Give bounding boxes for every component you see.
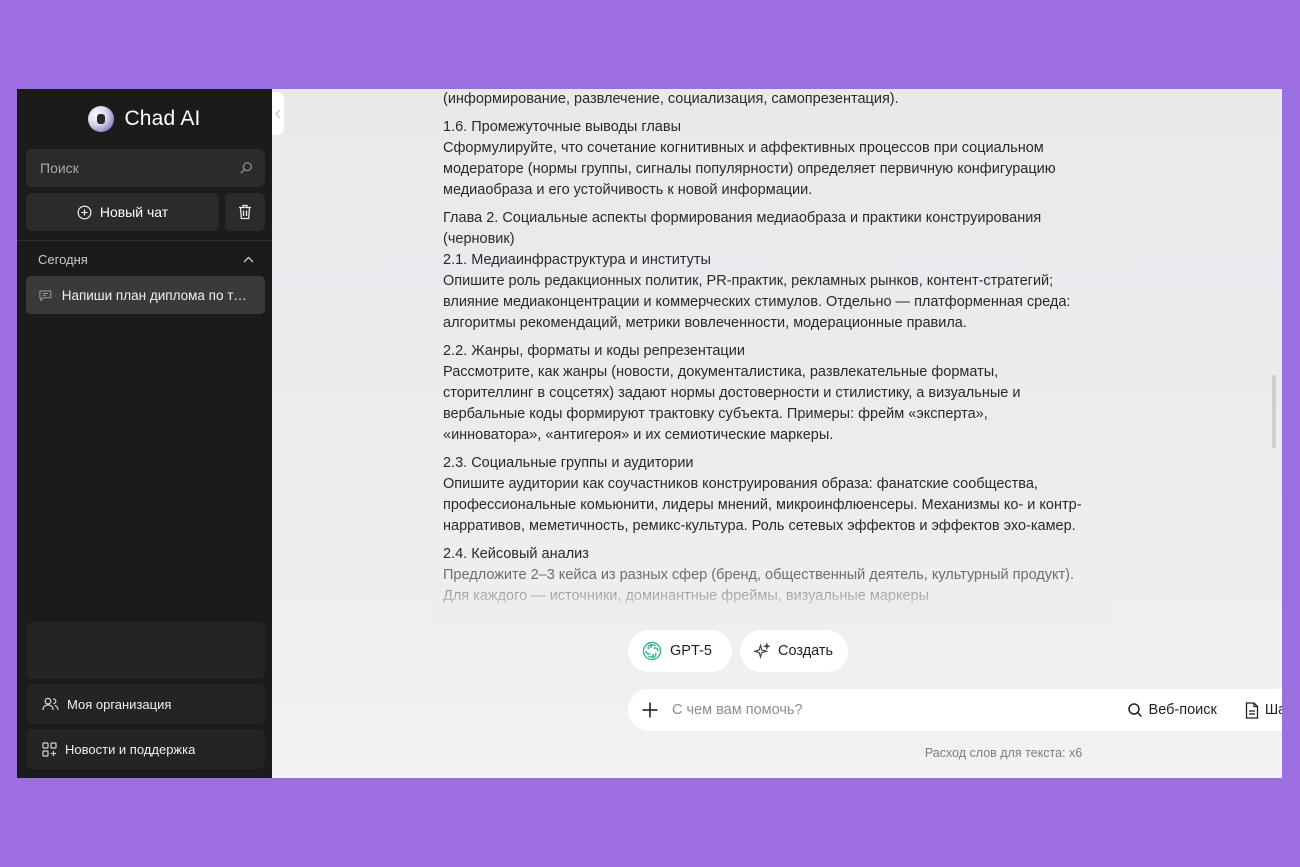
search-icon (1127, 703, 1142, 718)
chevron-left-icon (275, 109, 281, 118)
sidebar-collapse-handle[interactable] (272, 92, 284, 135)
section-heading: 1.6. Промежуточные выводы главы (443, 119, 681, 135)
grid-plus-icon (42, 741, 57, 757)
news-support-button[interactable]: Новости и поддержка (26, 729, 265, 769)
templates-button[interactable]: Шаблоны (1245, 701, 1282, 719)
paragraph-text: Опишите аудитории как соучастников конст… (443, 476, 1082, 534)
new-chat-label: Новый чат (99, 204, 169, 220)
create-button[interactable]: Создать (740, 630, 848, 672)
section-heading: 2.2. Жанры, форматы и коды репрезентации (443, 343, 745, 359)
paragraph-text: Опишите роль редакционных политик, PR-пр… (443, 273, 1071, 331)
chat-main: (информирование, развлечение, социализац… (272, 89, 1282, 778)
content-fade (432, 579, 1112, 624)
message-composer: Веб-поиск Шаблоны (628, 689, 1282, 731)
message-paragraph: 2.3. Социальные группы и аудитории Опиши… (443, 453, 1083, 537)
search-icon[interactable] (239, 161, 253, 175)
chevron-up-icon (243, 256, 254, 262)
section-label: Сегодня (38, 251, 88, 267)
paragraph-text: Рассмотрите, как жанры (новости, докумен… (443, 364, 1021, 443)
sparkle-icon (754, 643, 770, 659)
my-organization-button[interactable]: Моя организация (26, 684, 265, 724)
chat-history-item[interactable]: Напиши план диплома по теме ... (26, 276, 265, 314)
attach-plus-icon[interactable] (640, 700, 660, 720)
sidebar-divider (17, 240, 272, 241)
message-paragraph: 2.2. Жанры, форматы и коды репрезентации… (443, 341, 1083, 446)
plus-circle-icon (77, 205, 92, 219)
my-organization-label: Моя организация (67, 696, 172, 712)
message-paragraph: 1.6. Промежуточные выводы главы Сформули… (443, 117, 1083, 201)
assistant-message: (информирование, развлечение, социализац… (443, 89, 1083, 621)
chapter-heading: Глава 2. Социальные аспекты формирования… (443, 210, 1042, 247)
logo-icon (88, 106, 115, 132)
search-box (26, 149, 265, 187)
gpt-model-icon (642, 641, 662, 661)
search-input[interactable] (38, 159, 222, 177)
app-logo[interactable]: Chad AI (17, 104, 272, 134)
history-section-today[interactable]: Сегодня (38, 249, 254, 269)
message-paragraph: (информирование, развлечение, социализац… (443, 89, 1083, 110)
model-label: GPT-5 (670, 643, 712, 659)
message-paragraph: 2.1. Медиаинфраструктура и институты Опи… (443, 250, 1083, 334)
new-chat-button[interactable]: Новый чат (26, 193, 219, 231)
news-support-label: Новости и поддержка (65, 741, 196, 757)
message-input[interactable] (670, 701, 1111, 719)
document-icon (1245, 701, 1259, 719)
delete-chats-button[interactable] (225, 193, 265, 231)
scrollbar-thumb[interactable] (1272, 375, 1276, 448)
app-window: Chad AI Новый чат (17, 89, 1282, 778)
usage-note: Расход слов для текста: x6 (924, 746, 1083, 760)
section-heading: 2.1. Медиаинфраструктура и институты (443, 252, 711, 268)
sidebar: Chad AI Новый чат (17, 89, 272, 778)
web-search-button[interactable]: Веб-поиск (1127, 702, 1217, 718)
paragraph-text: (информирование, развлечение, социализац… (443, 91, 899, 107)
templates-label: Шаблоны (1264, 702, 1282, 718)
chat-history-label: Напиши план диплома по теме ... (61, 287, 253, 303)
message-paragraph: Глава 2. Социальные аспекты формирования… (443, 208, 1083, 250)
users-icon (42, 697, 59, 711)
section-heading: 2.3. Социальные группы и аудитории (443, 455, 694, 471)
app-title: Chad AI (124, 107, 201, 130)
paragraph-text: Сформулируйте, что сочетание когнитивных… (443, 140, 1056, 198)
model-selector-button[interactable]: GPT-5 (628, 630, 732, 672)
promo-panel (26, 622, 265, 679)
section-heading: 2.4. Кейсовый анализ (443, 546, 589, 562)
web-search-label: Веб-поиск (1148, 702, 1217, 718)
chat-bubble-icon (39, 289, 52, 301)
create-label: Создать (778, 643, 834, 659)
trash-icon (239, 204, 251, 220)
